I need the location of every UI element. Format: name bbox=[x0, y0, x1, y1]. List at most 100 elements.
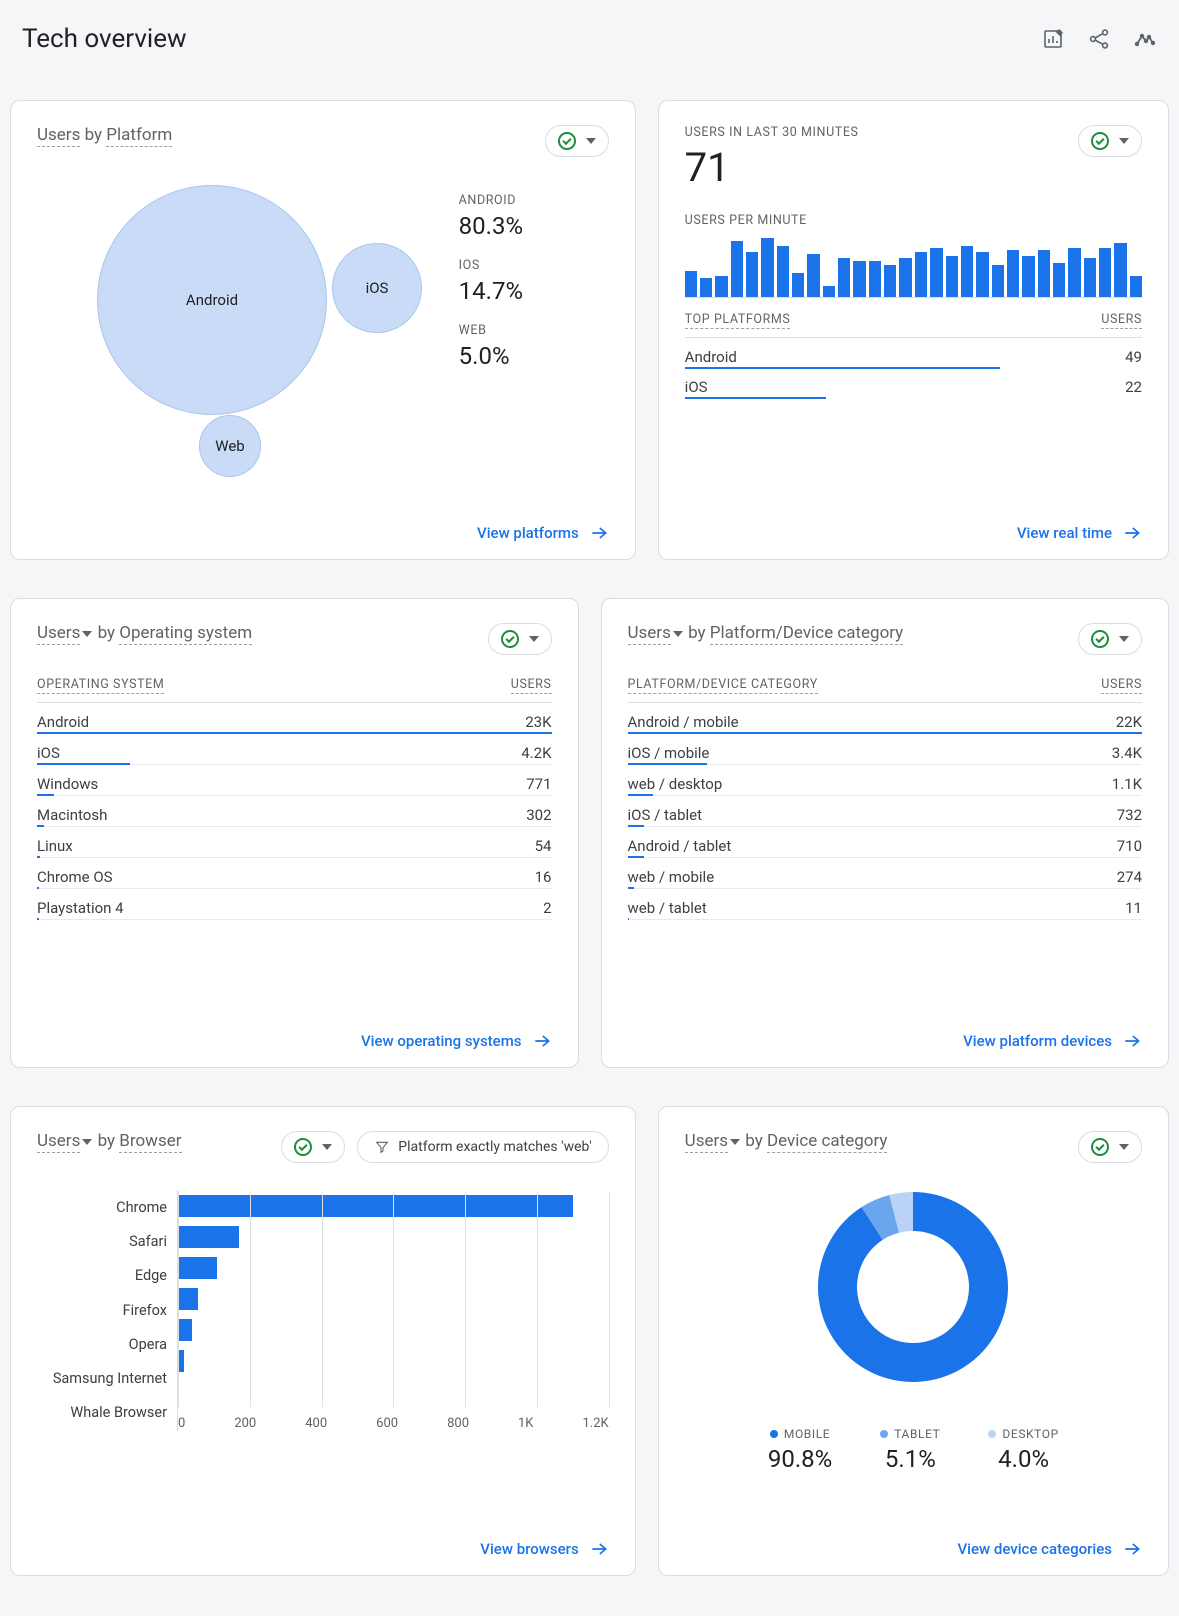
minute-bar bbox=[884, 265, 896, 297]
card-title[interactable]: Users by Device category bbox=[685, 1131, 888, 1153]
metric-users[interactable]: Users bbox=[37, 1131, 80, 1153]
insights-icon[interactable] bbox=[1133, 27, 1157, 51]
realtime-users-count: 71 bbox=[685, 144, 859, 191]
table-row[interactable]: Windows771 bbox=[37, 765, 552, 796]
row-label: Chrome OS bbox=[37, 868, 113, 886]
browser-label: Opera bbox=[37, 1337, 167, 1354]
chevron-down-icon bbox=[529, 636, 539, 642]
row-value: 16 bbox=[535, 868, 552, 886]
chevron-down-icon bbox=[322, 1144, 332, 1150]
metric-users[interactable]: Users bbox=[685, 1131, 728, 1153]
table-row[interactable]: web / mobile274 bbox=[628, 858, 1143, 889]
top-platforms-header: TOP PLATFORMS bbox=[685, 312, 791, 329]
table-row[interactable]: Playstation 42 bbox=[37, 889, 552, 920]
card-title[interactable]: Users by Operating system bbox=[37, 623, 252, 645]
metric-users[interactable]: Users bbox=[628, 623, 671, 645]
minute-bar bbox=[915, 252, 927, 297]
checkmark-icon bbox=[501, 630, 519, 648]
dimension-platform[interactable]: Platform bbox=[106, 125, 172, 147]
os-column-header: OPERATING SYSTEM bbox=[37, 677, 164, 694]
table-row[interactable]: Android / mobile22K bbox=[628, 703, 1143, 734]
card-audience-selector[interactable] bbox=[488, 623, 552, 655]
chevron-down-icon bbox=[1119, 1144, 1129, 1150]
minute-bar bbox=[869, 261, 881, 297]
card-users-by-platform: Users by Platform AndroidiOSWeb ANDROID8… bbox=[10, 100, 636, 560]
row-value: 771 bbox=[526, 775, 551, 793]
table-row[interactable]: web / desktop1.1K bbox=[628, 765, 1143, 796]
row-value: 22K bbox=[1116, 713, 1142, 731]
minute-bar bbox=[838, 258, 850, 297]
axis-tick: 1K bbox=[518, 1416, 533, 1431]
row-label: Linux bbox=[37, 837, 73, 855]
view-platforms-link[interactable]: View platforms bbox=[37, 505, 609, 543]
minute-bar bbox=[930, 248, 942, 297]
row-label: Android bbox=[685, 348, 737, 366]
dimension-os[interactable]: Operating system bbox=[119, 623, 252, 645]
chevron-down-icon bbox=[1119, 636, 1129, 642]
platform-bubble: Web bbox=[199, 415, 261, 477]
platform-legend: ANDROID80.3%IOS14.7%WEB5.0% bbox=[459, 165, 609, 485]
card-audience-selector[interactable] bbox=[1078, 125, 1142, 157]
card-audience-selector[interactable] bbox=[1078, 1131, 1142, 1163]
row-value: 3.4K bbox=[1112, 744, 1142, 762]
row-value: 54 bbox=[535, 837, 552, 855]
card-audience-selector[interactable] bbox=[545, 125, 609, 157]
table-row[interactable]: iOS4.2K bbox=[37, 734, 552, 765]
dimension-browser[interactable]: Browser bbox=[119, 1131, 181, 1153]
minute-bar bbox=[761, 238, 773, 297]
row-value: 11 bbox=[1125, 899, 1142, 917]
minute-bar bbox=[823, 286, 835, 297]
view-operating-systems-link[interactable]: View operating systems bbox=[37, 1013, 552, 1051]
customize-report-icon[interactable] bbox=[1041, 27, 1065, 51]
minute-bar bbox=[715, 276, 727, 297]
legend-label: TABLET bbox=[894, 1427, 940, 1441]
table-row[interactable]: Macintosh302 bbox=[37, 796, 552, 827]
card-users-by-os: Users by Operating system OPERATING SYST… bbox=[10, 598, 579, 1068]
platform-bubble-chart: AndroidiOSWeb bbox=[37, 165, 451, 485]
view-browsers-link[interactable]: View browsers bbox=[37, 1521, 609, 1559]
table-row[interactable]: iOS / tablet732 bbox=[628, 796, 1143, 827]
axis-tick: 200 bbox=[234, 1416, 256, 1431]
users-header: USERS bbox=[1101, 312, 1142, 329]
filter-chip[interactable]: Platform exactly matches 'web' bbox=[357, 1131, 608, 1163]
metric-users[interactable]: Users bbox=[37, 125, 80, 147]
checkmark-icon bbox=[1091, 630, 1109, 648]
row-value: 710 bbox=[1117, 837, 1142, 855]
chevron-down-icon bbox=[730, 1139, 740, 1145]
table-row[interactable]: Chrome OS 16 bbox=[37, 858, 552, 889]
table-row[interactable]: Linux 54 bbox=[37, 827, 552, 858]
view-platform-devices-link[interactable]: View platform devices bbox=[628, 1013, 1143, 1051]
users-per-minute-chart bbox=[685, 238, 1142, 298]
card-title[interactable]: Users by Platform bbox=[37, 125, 172, 145]
table-row[interactable]: iOS / mobile3.4K bbox=[628, 734, 1143, 765]
platform-bubble: Android bbox=[97, 185, 327, 415]
donut-legend-item: DESKTOP4.0% bbox=[988, 1427, 1058, 1473]
minute-bar bbox=[685, 271, 697, 297]
minute-bar bbox=[777, 246, 789, 297]
card-audience-selector[interactable] bbox=[1078, 623, 1142, 655]
users-per-minute-label: USERS PER MINUTE bbox=[685, 213, 1142, 228]
chevron-down-icon bbox=[82, 1139, 92, 1145]
table-row[interactable]: web / tablet11 bbox=[628, 889, 1143, 920]
card-audience-selector[interactable] bbox=[281, 1131, 345, 1163]
share-icon[interactable] bbox=[1087, 27, 1111, 51]
view-device-categories-link[interactable]: View device categories bbox=[685, 1521, 1142, 1559]
card-users-by-device-category: Users by Device category MOBILE90.8%TABL… bbox=[658, 1106, 1169, 1576]
dimension-platform-device[interactable]: Platform/Device category bbox=[710, 623, 903, 645]
table-row: Android49 bbox=[685, 338, 1142, 368]
browser-label: Chrome bbox=[37, 1200, 167, 1217]
axis-tick: 800 bbox=[447, 1416, 469, 1431]
donut-legend-item: TABLET5.1% bbox=[880, 1427, 940, 1473]
card-title[interactable]: Users by Browser bbox=[37, 1131, 182, 1153]
minute-bar bbox=[1053, 263, 1065, 297]
checkmark-icon bbox=[1091, 1138, 1109, 1156]
table-row[interactable]: Android23K bbox=[37, 703, 552, 734]
dimension-device-category[interactable]: Device category bbox=[767, 1131, 887, 1153]
card-title[interactable]: Users by Platform/Device category bbox=[628, 623, 904, 645]
minute-bar bbox=[1022, 256, 1034, 297]
row-value: 732 bbox=[1117, 806, 1142, 824]
table-row[interactable]: Android / tablet710 bbox=[628, 827, 1143, 858]
view-real-time-link[interactable]: View real time bbox=[685, 505, 1142, 543]
checkmark-icon bbox=[294, 1138, 312, 1156]
metric-users[interactable]: Users bbox=[37, 623, 80, 645]
